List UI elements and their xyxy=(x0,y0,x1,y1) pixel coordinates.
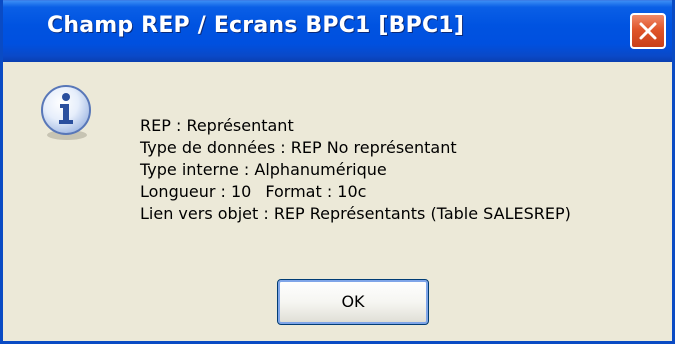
format-text: Format : 10c xyxy=(265,182,367,201)
message-line-internal-type: Type interne : Alphanumérique xyxy=(140,160,387,179)
message-line-link: Lien vers objet : REP Représentants (Tab… xyxy=(140,204,571,223)
message-line-field: REP : Représentant xyxy=(140,116,294,135)
title-bar[interactable]: Champ REP / Ecrans BPC1 [BPC1] xyxy=(3,0,672,62)
ok-button[interactable]: OK xyxy=(277,279,429,325)
message-line-length-format: Longueur : 10 Format : 10c xyxy=(140,181,571,203)
window-title: Champ REP / Ecrans BPC1 [BPC1] xyxy=(47,13,465,38)
dialog-content: REP : Représentant Type de données : REP… xyxy=(6,62,672,341)
length-text: Longueur : 10 xyxy=(140,182,252,201)
close-button[interactable] xyxy=(630,13,666,49)
information-icon xyxy=(41,85,91,140)
message-line-datatype: Type de données : REP No représentant xyxy=(140,138,457,157)
dialog-window: Champ REP / Ecrans BPC1 [BPC1] REP : Rep… xyxy=(0,0,675,344)
message-text: REP : Représentant Type de données : REP… xyxy=(140,115,571,225)
close-icon xyxy=(639,22,657,40)
